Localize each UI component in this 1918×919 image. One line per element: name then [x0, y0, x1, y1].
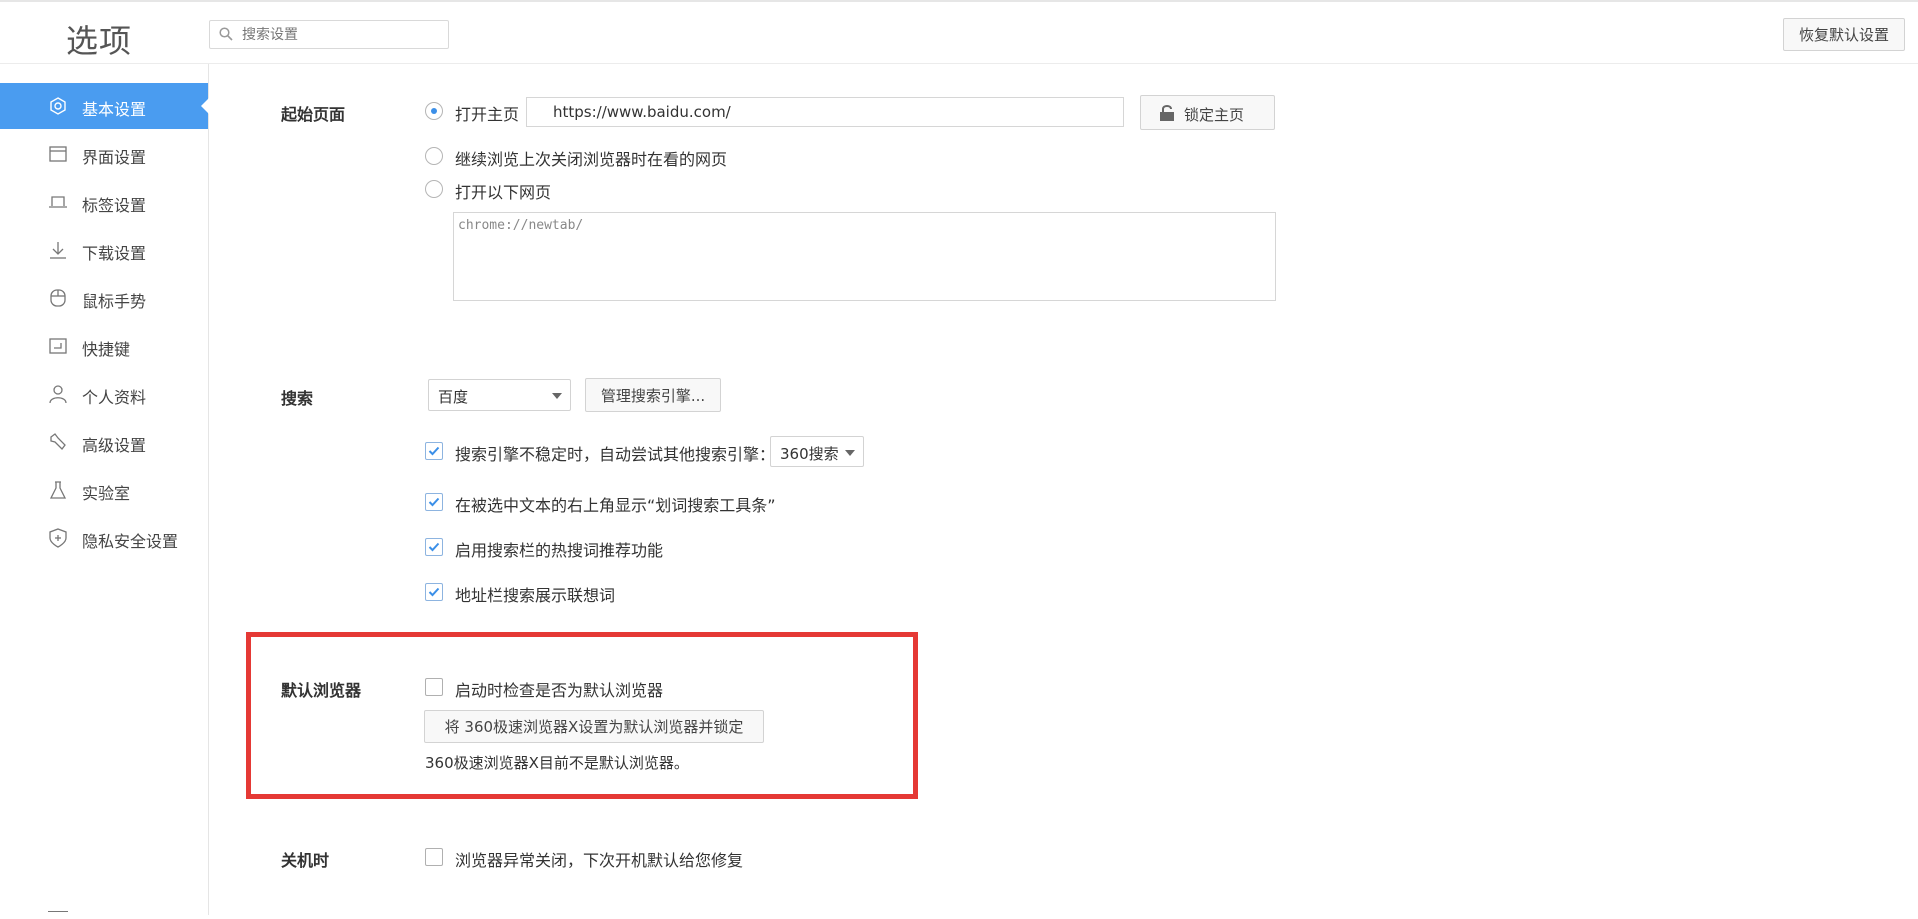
- sidebar-item-label: 标签设置: [82, 196, 147, 215]
- chevron-down-icon: [552, 393, 562, 399]
- check-default-checkbox[interactable]: [425, 678, 443, 696]
- fallback-engine-select[interactable]: 360搜索: [770, 436, 864, 467]
- fallback-engine-value: 360搜索: [780, 445, 839, 463]
- fallback-engine-label: 搜索引擎不稳定时，自动尝试其他搜索引擎：: [455, 445, 776, 464]
- sidebar-item-interface[interactable]: 界面设置: [0, 131, 208, 177]
- open-home-label: 打开主页: [455, 105, 520, 124]
- shield-icon: [49, 528, 67, 548]
- search-section-title: 搜索: [281, 389, 314, 408]
- address-suggest-label: 地址栏搜索展示联想词: [455, 586, 616, 605]
- sidebar-item-label: 基本设置: [82, 100, 147, 119]
- continue-session-label: 继续浏览上次关闭浏览器时在看的网页: [455, 150, 728, 169]
- sidebar-item-label: 高级设置: [82, 436, 147, 455]
- startup-section-title: 起始页面: [281, 105, 346, 124]
- chevron-down-icon: [845, 450, 855, 456]
- sidebar-item-label: 界面设置: [82, 148, 147, 167]
- address-suggest-checkbox[interactable]: [425, 583, 443, 601]
- header: 选项 恢复默认设置: [0, 2, 1918, 64]
- sidebar-item-label: 快捷键: [82, 340, 131, 359]
- sidebar-item-tabs[interactable]: 标签设置: [0, 179, 208, 225]
- open-home-radio[interactable]: [425, 102, 443, 120]
- sidebar-item-profile[interactable]: 个人资料: [0, 371, 208, 417]
- crash-repair-checkbox[interactable]: [425, 848, 443, 866]
- crash-repair-label: 浏览器异常关闭，下次开机默认给您修复: [455, 851, 744, 870]
- sidebar-item-label: 隐私安全设置: [82, 532, 179, 551]
- flask-icon: [49, 481, 67, 499]
- sidebar-item-lab[interactable]: 实验室: [0, 467, 208, 513]
- shortcut-icon: [49, 338, 67, 354]
- window-icon: [49, 146, 67, 162]
- sidebar-item-label: 下载设置: [82, 244, 147, 263]
- download-icon: [50, 242, 66, 259]
- fallback-engine-checkbox[interactable]: [425, 442, 443, 460]
- sidebar-item-shortcuts[interactable]: 快捷键: [0, 323, 208, 369]
- hotwords-label: 启用搜索栏的热搜词推荐功能: [455, 541, 664, 560]
- selection-toolbar-label: 在被选中文本的右上角显示“划词搜索工具条”: [455, 496, 776, 515]
- sidebar-item-partial: [48, 907, 148, 919]
- settings-gear-icon: [50, 97, 66, 115]
- home-url-input[interactable]: [526, 97, 1124, 127]
- search-engine-value: 百度: [438, 388, 469, 406]
- sidebar-item-label: 鼠标手势: [82, 292, 147, 311]
- lock-icon: [1160, 105, 1174, 121]
- sidebar-item-advanced[interactable]: 高级设置: [0, 419, 208, 465]
- restore-defaults-button[interactable]: 恢复默认设置: [1783, 18, 1905, 51]
- manage-search-engines-button[interactable]: 管理搜索引擎...: [585, 378, 721, 412]
- shutdown-section-title: 关机时: [281, 851, 330, 870]
- mouse-icon: [50, 289, 66, 307]
- page-title: 选项: [66, 22, 133, 60]
- open-pages-label: 打开以下网页: [455, 183, 552, 202]
- startup-pages-textarea[interactable]: chrome://newtab/: [453, 212, 1276, 301]
- tab-icon: [49, 196, 67, 208]
- sidebar-item-basic[interactable]: 基本设置: [0, 83, 209, 129]
- sidebar: 基本设置 界面设置 标签设置 下载设置 鼠标手势 快捷键 个人资料 高级设置 实…: [0, 64, 209, 915]
- sidebar-item-label: 实验室: [82, 484, 131, 503]
- user-icon: [49, 385, 67, 404]
- search-icon: [219, 27, 233, 41]
- wrench-icon: [50, 433, 66, 450]
- default-browser-status: 360极速浏览器X目前不是默认浏览器。: [425, 754, 689, 772]
- sidebar-item-download[interactable]: 下载设置: [0, 227, 208, 273]
- search-box[interactable]: [209, 20, 449, 49]
- sidebar-item-privacy[interactable]: 隐私安全设置: [0, 515, 208, 561]
- check-default-label: 启动时检查是否为默认浏览器: [455, 681, 664, 700]
- open-pages-radio[interactable]: [425, 180, 443, 198]
- active-pointer: [201, 98, 209, 114]
- set-default-browser-button[interactable]: 将 360极速浏览器X设置为默认浏览器并锁定: [424, 710, 764, 743]
- sidebar-item-mouse-gestures[interactable]: 鼠标手势: [0, 275, 208, 321]
- lock-home-label: 锁定主页: [1184, 106, 1245, 124]
- lock-home-button[interactable]: 锁定主页: [1140, 95, 1275, 130]
- search-engine-select[interactable]: 百度: [428, 379, 571, 411]
- continue-session-radio[interactable]: [425, 147, 443, 165]
- hotwords-checkbox[interactable]: [425, 538, 443, 556]
- selection-toolbar-checkbox[interactable]: [425, 493, 443, 511]
- sidebar-item-label: 个人资料: [82, 388, 147, 407]
- default-browser-section-title: 默认浏览器: [281, 681, 362, 700]
- search-input[interactable]: [240, 24, 444, 46]
